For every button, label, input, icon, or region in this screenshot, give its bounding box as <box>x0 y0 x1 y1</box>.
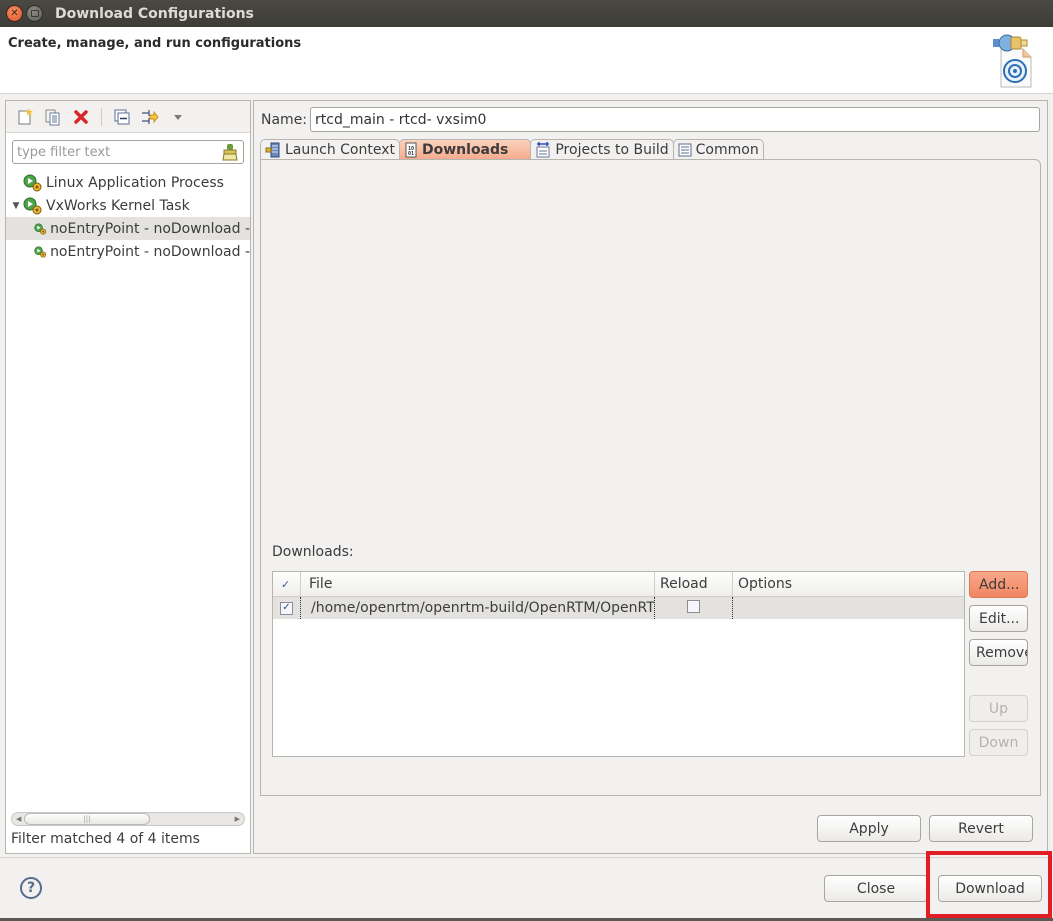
downloads-table: ✓ File Reload Options ✓ /home/openrtm/op… <box>272 571 965 757</box>
new-configuration-button[interactable] <box>14 106 36 128</box>
new-document-icon <box>18 107 33 124</box>
close-button[interactable]: Close <box>824 875 928 902</box>
table-header: ✓ File Reload Options <box>273 572 964 597</box>
downloads-tab-content: Downloads: ✓ File Reload Options ✓ /home… <box>260 159 1041 796</box>
column-header-file[interactable]: File <box>301 572 655 596</box>
row-options-cell <box>733 597 964 619</box>
delete-x-icon <box>74 109 88 124</box>
filter-arrow-icon <box>142 109 159 124</box>
filter-field <box>12 140 244 164</box>
dropdown-triangle-icon <box>174 114 182 120</box>
tab-label: Common <box>695 142 759 158</box>
window-title: Download Configurations <box>55 5 254 22</box>
filter-configurations-button[interactable] <box>139 106 161 128</box>
delete-configuration-button[interactable] <box>70 106 92 128</box>
edit-download-button[interactable]: Edit... <box>969 605 1028 632</box>
row-enabled-cell: ✓ <box>273 597 301 619</box>
scroll-left-arrow-icon[interactable]: ◀ <box>16 813 21 825</box>
tree-item-label: noEntryPoint - noDownload - <box>50 243 250 260</box>
launch-config-icon <box>34 245 47 258</box>
tree-item-label: Linux Application Process <box>46 174 224 191</box>
revert-button[interactable]: Revert <box>929 815 1033 842</box>
column-header-options[interactable]: Options <box>733 572 964 596</box>
projects-build-icon <box>536 142 550 158</box>
maximize-window-button[interactable] <box>26 5 43 22</box>
tab-label: Projects to Build <box>555 142 669 158</box>
toolbar-separator <box>101 107 102 126</box>
filter-input[interactable] <box>13 144 213 160</box>
launch-config-icon <box>34 222 47 235</box>
row-reload-cell: ✓ <box>655 597 733 619</box>
tree-item-linux-application-process[interactable]: Linux Application Process <box>6 171 250 194</box>
launch-context-icon <box>265 142 280 158</box>
maximize-icon <box>30 10 39 17</box>
view-menu-button[interactable] <box>167 106 189 128</box>
tab-launch-context[interactable]: Launch Context <box>260 139 400 160</box>
left-toolbar <box>6 101 250 133</box>
scroll-right-arrow-icon[interactable]: ▶ <box>235 813 240 825</box>
horizontal-scrollbar[interactable]: ◀ ||| ▶ <box>11 812 245 826</box>
help-button[interactable]: ? <box>20 877 42 899</box>
common-list-icon <box>678 143 692 157</box>
download-configuration-banner-icon <box>993 34 1032 88</box>
row-file-cell: /home/openrtm/openrtm-build/OpenRTM/Open… <box>301 597 655 619</box>
dialog-header: Create, manage, and run configurations <box>0 27 1053 94</box>
tree-item-configuration[interactable]: noEntryPoint - noDownload - <box>6 240 250 263</box>
table-row[interactable]: ✓ /home/openrtm/openrtm-build/OpenRTM/Op… <box>273 597 964 619</box>
duplicate-configuration-button[interactable] <box>42 106 64 128</box>
name-label: Name: <box>261 112 308 128</box>
move-down-button[interactable]: Down <box>969 729 1028 756</box>
duplicate-icon <box>45 109 60 125</box>
column-header-check[interactable]: ✓ <box>273 572 301 596</box>
filter-status: Filter matched 4 of 4 items <box>11 831 200 847</box>
binary-file-icon: 1001 <box>405 142 417 158</box>
tree-item-vxworks-kernel-task[interactable]: ▼ VxWorks Kernel Task <box>6 194 250 217</box>
row-enabled-checkbox[interactable]: ✓ <box>280 601 293 615</box>
configuration-list-panel: Linux Application Process ▼ VxWorks Kern… <box>5 100 251 854</box>
title-bar: ✕ Download Configurations <box>0 0 1053 27</box>
add-download-button[interactable]: Add... <box>969 571 1028 598</box>
tab-projects-to-build[interactable]: Projects to Build <box>530 139 674 160</box>
close-icon: ✕ <box>10 8 19 19</box>
help-question-icon: ? <box>26 880 36 896</box>
launch-config-type-icon <box>23 174 42 191</box>
tree-item-label: VxWorks Kernel Task <box>46 197 190 214</box>
reload-checkbox[interactable]: ✓ <box>687 600 700 613</box>
configuration-editor-panel: Name: Launch Context 1001 Downloads Proj… <box>253 100 1048 854</box>
tree-item-configuration[interactable]: noEntryPoint - noDownload - <box>6 217 250 240</box>
tab-label: Launch Context <box>285 142 395 158</box>
tab-bar: Launch Context 10 01 Downloads Projects t… <box>260 139 764 160</box>
tree-item-label: noEntryPoint - noDownload - <box>50 220 250 237</box>
footer-divider <box>0 857 1053 858</box>
scrollbar-thumb[interactable]: ||| <box>24 813 150 825</box>
svg-text:01: 01 <box>408 151 414 157</box>
tab-downloads[interactable]: 10 01 Downloads <box>399 139 532 160</box>
apply-button[interactable]: Apply <box>817 815 921 842</box>
download-button[interactable]: Download <box>938 875 1042 902</box>
configuration-tree: Linux Application Process ▼ VxWorks Kern… <box>6 171 250 263</box>
launch-config-type-icon <box>23 197 42 214</box>
clear-filter-icon[interactable] <box>221 143 239 161</box>
move-up-button[interactable]: Up <box>969 695 1028 722</box>
close-window-button[interactable]: ✕ <box>6 5 23 22</box>
column-header-reload[interactable]: Reload <box>655 572 733 596</box>
tab-label: Downloads <box>422 142 509 158</box>
remove-download-button[interactable]: Remove <box>969 639 1028 666</box>
name-input[interactable] <box>310 107 1040 132</box>
collapse-all-button[interactable] <box>111 106 133 128</box>
tab-common[interactable]: Common <box>672 139 764 160</box>
collapse-all-icon <box>114 109 130 124</box>
expanded-triangle-icon[interactable]: ▼ <box>11 201 21 211</box>
header-description: Create, manage, and run configurations <box>8 36 302 51</box>
downloads-label: Downloads: <box>272 544 354 560</box>
